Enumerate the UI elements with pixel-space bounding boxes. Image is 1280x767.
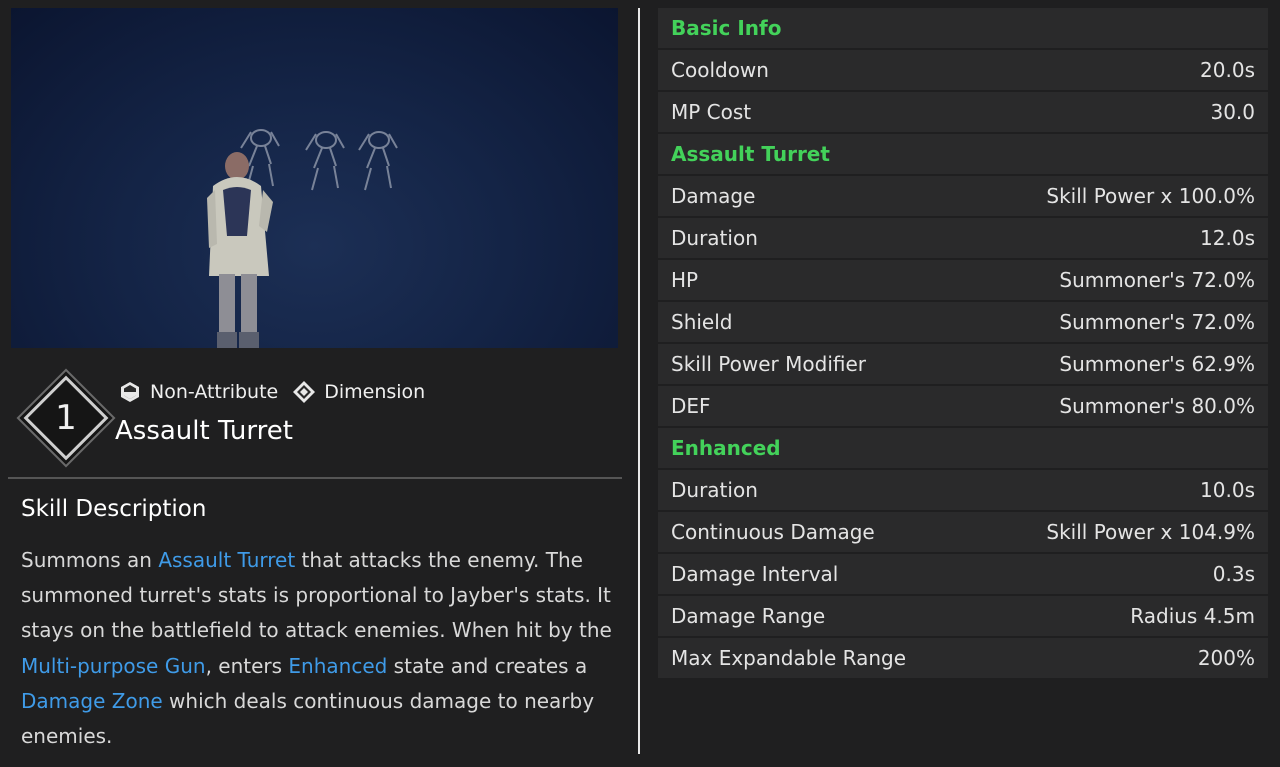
stat-row: Continuous Damage Skill Power x 104.9% <box>658 512 1268 552</box>
stat-value: Radius 4.5m <box>1130 604 1255 628</box>
stat-row: Duration 10.0s <box>658 470 1268 510</box>
stat-row: Shield Summoner's 72.0% <box>658 302 1268 342</box>
stat-label: Damage Interval <box>671 562 839 586</box>
keyword-link[interactable]: Damage Zone <box>21 689 163 713</box>
skill-slot-number: 1 <box>55 398 77 438</box>
keyword-link[interactable]: Assault Turret <box>158 548 295 572</box>
stat-label: Continuous Damage <box>671 520 875 544</box>
stat-value: 10.0s <box>1200 478 1255 502</box>
stat-value: Summoner's 80.0% <box>1059 394 1255 418</box>
stat-row: Cooldown 20.0s <box>658 50 1268 90</box>
stat-label: Cooldown <box>671 58 769 82</box>
stat-value: Skill Power x 104.9% <box>1046 520 1255 544</box>
section-title: Basic Info <box>671 16 782 40</box>
stat-row: Damage Range Radius 4.5m <box>658 596 1268 636</box>
skill-tags: Non-Attribute Dimension <box>118 380 425 404</box>
stat-row: Max Expandable Range 200% <box>658 638 1268 678</box>
description-text: Summons an <box>21 548 159 572</box>
attribute-tag: Non-Attribute <box>118 380 278 404</box>
stat-label: Duration <box>671 226 758 250</box>
keyword-link[interactable]: Multi-purpose Gun <box>21 654 206 678</box>
stat-label: MP Cost <box>671 100 752 124</box>
stat-label: DEF <box>671 394 711 418</box>
stat-value: Skill Power x 100.0% <box>1046 184 1255 208</box>
dimension-icon <box>292 380 316 404</box>
stat-label: Shield <box>671 310 733 334</box>
section-title: Assault Turret <box>671 142 830 166</box>
stat-label: Skill Power Modifier <box>671 352 866 376</box>
keyword-link[interactable]: Enhanced <box>288 654 387 678</box>
attribute-tag-label: Non-Attribute <box>150 381 279 403</box>
section-title: Enhanced <box>671 436 781 460</box>
stat-value: 0.3s <box>1212 562 1255 586</box>
stats-table: Basic Info Cooldown 20.0s MP Cost 30.0 Ass… <box>658 8 1268 680</box>
stat-label: Max Expandable Range <box>671 646 907 670</box>
description-text: state and creates a <box>387 653 588 678</box>
stat-value: 12.0s <box>1200 226 1255 250</box>
skill-name: Assault Turret <box>115 416 293 446</box>
section-divider <box>8 477 622 479</box>
stat-row: Duration 12.0s <box>658 218 1268 258</box>
stat-value: Summoner's 72.0% <box>1059 310 1255 334</box>
description-body: Summons an Assault Turret that attacks t… <box>21 543 621 754</box>
stat-row: Skill Power Modifier Summoner's 62.9% <box>658 344 1268 384</box>
stat-value: Summoner's 62.9% <box>1059 352 1255 376</box>
stat-label: Damage <box>671 184 756 208</box>
stat-label: HP <box>671 268 699 292</box>
character-preview-illustration <box>207 129 398 348</box>
type-tag-label: Dimension <box>324 381 426 403</box>
stats-section-header: Enhanced <box>658 428 1268 468</box>
skill-panel: 1 Non-Attribute Dimension Assault Turret… <box>0 0 630 767</box>
skill-preview-video[interactable] <box>11 8 618 348</box>
type-tag: Dimension <box>292 380 425 404</box>
panel-divider <box>638 8 640 754</box>
stat-row: Damage Interval 0.3s <box>658 554 1268 594</box>
description-title: Skill Description <box>21 496 207 522</box>
stat-row: HP Summoner's 72.0% <box>658 260 1268 300</box>
stats-section-header: Assault Turret <box>658 134 1268 174</box>
stat-value: 200% <box>1197 646 1255 670</box>
stat-row: DEF Summoner's 80.0% <box>658 386 1268 426</box>
stat-label: Damage Range <box>671 604 826 628</box>
stat-value: 20.0s <box>1200 58 1255 82</box>
stat-row: Damage Skill Power x 100.0% <box>658 176 1268 216</box>
stat-row: MP Cost 30.0 <box>658 92 1268 132</box>
stat-value: Summoner's 72.0% <box>1059 268 1255 292</box>
stat-label: Duration <box>671 478 758 502</box>
description-text: , enters <box>205 653 289 678</box>
stats-section-header: Basic Info <box>658 8 1268 48</box>
non-attribute-icon <box>118 380 142 404</box>
stat-value: 30.0 <box>1210 100 1255 124</box>
